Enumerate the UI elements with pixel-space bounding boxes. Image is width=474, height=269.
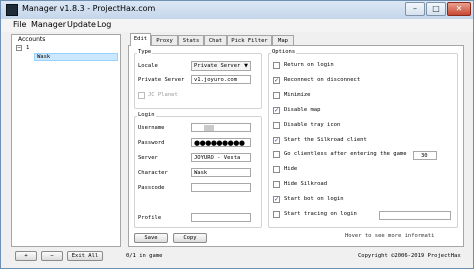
password-label: Password	[138, 140, 165, 146]
checkbox-checked-icon[interactable]: ✓	[273, 136, 280, 144]
checkbox-icon[interactable]	[273, 121, 280, 129]
tab-edit[interactable]: Edit	[130, 33, 151, 46]
tree-root-node[interactable]: 1	[26, 44, 29, 52]
menu-bar: File Manager Update Log	[1, 19, 473, 32]
option-row[interactable]: Hide	[273, 165, 453, 174]
character-label: Character	[138, 170, 168, 176]
chevron-down-icon: ▼	[244, 63, 248, 69]
manager-window: Manager v1.8.3 - ProjectHax.com – □ ✕ Fi…	[0, 0, 474, 269]
in-game-status: 0/1 in game	[126, 253, 163, 259]
redacted-username	[204, 125, 214, 131]
tree-expand-icon[interactable]: −	[16, 45, 22, 51]
checkbox-checked-icon[interactable]: ✓	[273, 196, 280, 204]
save-button[interactable]: Save	[134, 233, 168, 243]
jc-planet-label: JC Planet	[148, 92, 178, 98]
option-row[interactable]: ✓ Disable map	[273, 106, 453, 115]
type-group-label: Type	[137, 49, 153, 56]
menu-log[interactable]: Log	[97, 19, 111, 31]
tree-item-selected[interactable]: Wask	[34, 53, 118, 61]
option-label: Start tracing on login	[284, 211, 357, 217]
clientless-delay-input[interactable]: 30	[413, 151, 437, 160]
passcode-label: Passcode	[138, 185, 165, 191]
server-value: JOYURO - Vesta	[194, 154, 241, 161]
option-row[interactable]: Return on login	[273, 61, 453, 70]
password-input[interactable]: ●●●●●●●●●	[191, 138, 251, 147]
option-label: Reconnect on disconnect	[284, 76, 361, 83]
hover-info-text: Hover to see more informati	[345, 233, 435, 239]
option-label: Start the Silkroad client	[284, 136, 367, 143]
username-input[interactable]	[191, 123, 251, 132]
private-server-value: v1.joyuro.com	[194, 76, 238, 83]
copy-button[interactable]: Copy	[173, 233, 207, 243]
option-label: Disable tray icon	[284, 121, 341, 128]
option-row[interactable]: ✓ Reconnect on disconnect	[273, 76, 453, 85]
app-icon	[6, 4, 18, 16]
menu-file[interactable]: File	[13, 19, 26, 31]
exit-all-button[interactable]: Exit All	[67, 251, 103, 261]
locale-select[interactable]: Private Server ▼	[191, 61, 251, 71]
option-label: Hide	[284, 166, 298, 173]
checkbox-icon[interactable]	[273, 151, 280, 159]
locale-label: Locale	[138, 63, 158, 69]
locale-value: Private Server	[194, 63, 241, 69]
close-button[interactable]: ✕	[447, 2, 471, 16]
option-row[interactable]: ✓ Start bot on login	[273, 195, 453, 204]
option-row[interactable]: ✓ Start the Silkroad client	[273, 136, 453, 145]
checkbox-icon[interactable]	[273, 62, 280, 69]
menu-manager[interactable]: Manager	[31, 19, 66, 31]
private-server-label: Private Server	[138, 77, 185, 83]
option-label: Start bot on login	[284, 196, 344, 203]
checkbox-icon[interactable]	[273, 166, 280, 174]
option-label: Return on login	[284, 62, 334, 68]
profile-label: Profile	[138, 215, 162, 221]
server-input[interactable]: JOYURO - Vesta	[191, 153, 251, 162]
checkbox-icon[interactable]	[273, 91, 280, 99]
character-value: Wask	[194, 169, 208, 176]
title-bar[interactable]: Manager v1.8.3 - ProjectHax.com – □ ✕	[1, 1, 473, 19]
edit-tab-panel: Type Locale Private Server ▼ Private Ser…	[128, 45, 464, 247]
option-row[interactable]: Hide Silkroad	[273, 180, 453, 189]
option-label: Hide Silkroad	[284, 181, 328, 188]
clientless-delay-value: 30	[421, 152, 428, 159]
private-server-input[interactable]: v1.joyuro.com	[191, 75, 251, 84]
menu-update[interactable]: Update	[67, 19, 96, 31]
checkbox-icon[interactable]	[273, 181, 280, 189]
passcode-input[interactable]	[191, 183, 251, 192]
checkbox-checked-icon[interactable]: ✓	[273, 76, 280, 84]
account-name: Wask	[37, 54, 51, 60]
character-input[interactable]: Wask	[191, 168, 251, 177]
window-title: Manager v1.8.3 - ProjectHax.com	[22, 4, 156, 13]
password-value: ●●●●●●●●●	[194, 139, 245, 147]
profile-input[interactable]	[191, 213, 251, 222]
tracing-input[interactable]	[379, 211, 451, 220]
accounts-header: Accounts	[18, 36, 46, 43]
option-label: Go clientless after entering the game	[284, 151, 407, 158]
server-label: Server	[138, 155, 158, 161]
options-group-label: Options	[271, 49, 297, 56]
username-label: Username	[138, 125, 165, 131]
move-up-button[interactable]: +	[15, 251, 37, 261]
option-label: Disable map	[284, 106, 321, 113]
accounts-tree[interactable]: Accounts − 1 Wask	[11, 34, 121, 247]
jc-planet-checkbox[interactable]	[138, 92, 145, 99]
checkbox-icon[interactable]	[273, 211, 280, 218]
copyright-text: Copyright ©2006-2019 ProjectHax	[358, 253, 461, 259]
move-down-button[interactable]: −	[41, 251, 63, 261]
options-list: Return on login ✓ Reconnect on disconnect M…	[273, 61, 455, 231]
login-group-label: Login	[137, 112, 156, 119]
option-row[interactable]: Disable tray icon	[273, 121, 453, 130]
option-row[interactable]: Minimize	[273, 91, 453, 100]
option-label: Minimize	[284, 91, 311, 98]
minimize-button[interactable]: –	[405, 2, 425, 16]
maximize-button[interactable]: □	[426, 2, 446, 16]
checkbox-checked-icon[interactable]: ✓	[273, 106, 280, 114]
